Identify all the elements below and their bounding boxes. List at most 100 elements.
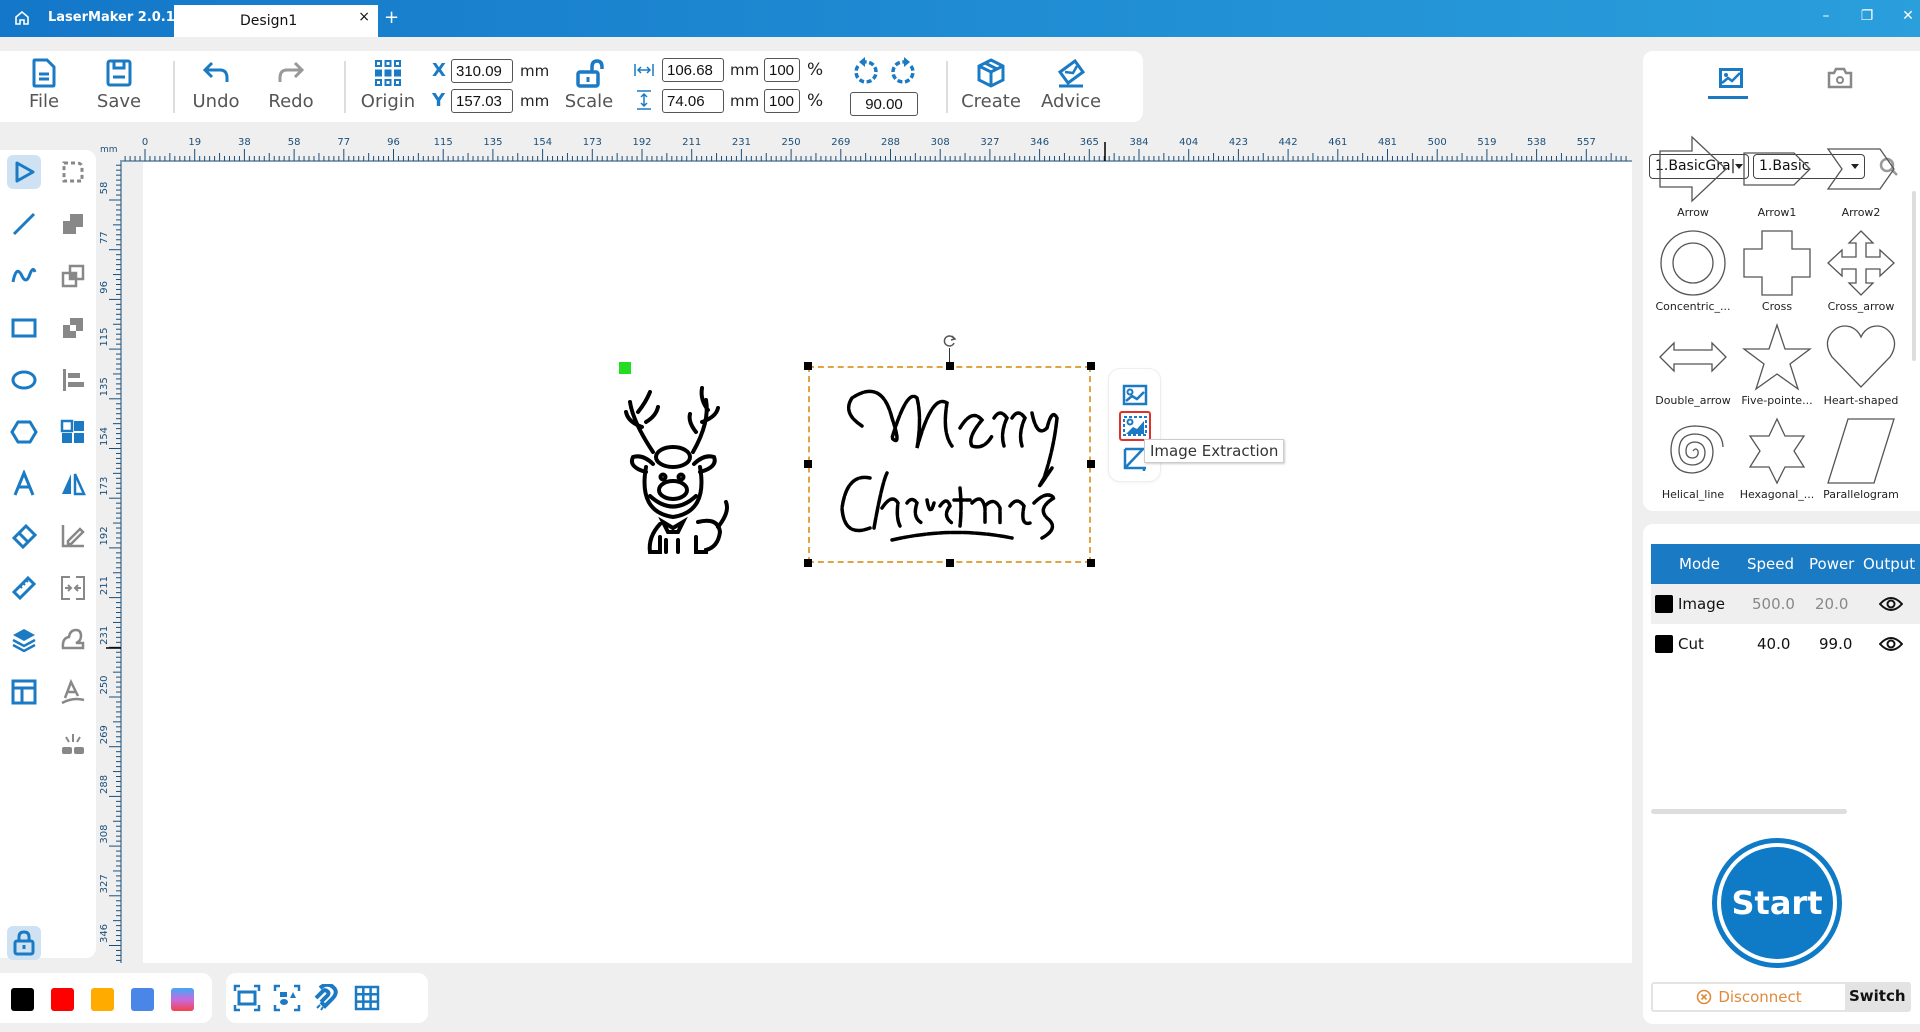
- color-swatch-black[interactable]: [11, 988, 34, 1011]
- merry-christmas-image[interactable]: [822, 378, 1078, 550]
- rotate-right-icon[interactable]: [889, 57, 919, 87]
- tab-close-icon[interactable]: ×: [358, 9, 370, 25]
- concentric-circle-icon: [1660, 230, 1726, 296]
- undo-button[interactable]: Undo: [186, 57, 246, 112]
- switch-button[interactable]: Switch: [1849, 987, 1906, 1005]
- scale-lock-button[interactable]: Scale: [559, 57, 619, 112]
- union-tool[interactable]: [56, 207, 90, 241]
- height-percent-input[interactable]: [764, 89, 800, 113]
- resize-handle-br[interactable]: [1087, 559, 1095, 567]
- tab-design1[interactable]: Design1 ×: [174, 5, 378, 37]
- grid-icon[interactable]: [353, 984, 381, 1012]
- resize-handle-tl[interactable]: [804, 362, 812, 370]
- width-input[interactable]: [662, 58, 724, 82]
- color-swatch-gradient[interactable]: [171, 988, 194, 1011]
- resize-handle-bl[interactable]: [804, 559, 812, 567]
- close-button[interactable]: ✕: [1898, 8, 1918, 24]
- layout-tool[interactable]: [7, 675, 41, 709]
- line-tool[interactable]: [7, 207, 41, 241]
- image-extraction-button[interactable]: [1119, 411, 1151, 441]
- start-button[interactable]: Start: [1712, 838, 1842, 968]
- laser-tool[interactable]: [56, 727, 90, 761]
- text-path-tool[interactable]: [56, 675, 90, 709]
- mirror-tool[interactable]: [56, 467, 90, 501]
- shape-parallelogram[interactable]: Parallelogram: [1819, 417, 1903, 511]
- tab-camera[interactable]: [1810, 57, 1870, 99]
- resize-handle-l[interactable]: [804, 460, 812, 468]
- array-tool[interactable]: [56, 415, 90, 449]
- layer-row-cut[interactable]: Cut 40.0 99.0: [1651, 624, 1920, 664]
- rotate-handle-icon[interactable]: [943, 334, 957, 348]
- subtract-tool[interactable]: [56, 259, 90, 293]
- color-swatch-red[interactable]: [51, 988, 74, 1011]
- shape-hexagonal-star[interactable]: Hexagonal_...: [1735, 417, 1819, 511]
- shape-cross[interactable]: Cross: [1735, 229, 1819, 323]
- shape-five-pointed-star[interactable]: Five-pointe...: [1735, 323, 1819, 417]
- shape-list-scrollbar[interactable]: [1912, 191, 1916, 361]
- shape-arrow[interactable]: Arrow: [1651, 135, 1735, 229]
- fit-tool[interactable]: [56, 571, 90, 605]
- shape-helical-line[interactable]: Helical_line: [1651, 417, 1735, 511]
- shape-cross-arrow[interactable]: Cross_arrow: [1819, 229, 1903, 323]
- x-position-input[interactable]: [451, 59, 513, 83]
- layer-table-scrollbar[interactable]: [1651, 809, 1847, 814]
- align-tool[interactable]: [56, 363, 90, 397]
- resize-handle-t[interactable]: [946, 362, 954, 370]
- shape-arrow2[interactable]: Arrow2: [1819, 135, 1903, 229]
- node-edit-tool[interactable]: [56, 155, 90, 189]
- resize-handle-b[interactable]: [946, 559, 954, 567]
- home-icon[interactable]: [14, 10, 30, 26]
- maximize-button[interactable]: ❐: [1857, 8, 1877, 24]
- select-similar-icon[interactable]: [273, 984, 301, 1012]
- shape-heart[interactable]: Heart-shaped: [1819, 323, 1903, 417]
- rectangle-tool[interactable]: [7, 311, 41, 345]
- eye-icon[interactable]: [1879, 596, 1903, 612]
- eraser-tool[interactable]: [7, 519, 41, 553]
- lock-button[interactable]: [7, 926, 41, 960]
- rotation-input[interactable]: [850, 92, 918, 116]
- ruler-tick-label: 346: [99, 924, 110, 943]
- resize-handle-r[interactable]: [1087, 460, 1095, 468]
- tab-label: Design1: [240, 13, 298, 29]
- layer-color-swatch[interactable]: [1655, 595, 1673, 613]
- weld-tool[interactable]: [56, 623, 90, 657]
- layer-row-image[interactable]: Image 500.0 20.0: [1651, 584, 1920, 624]
- sign-edit-tool[interactable]: [56, 519, 90, 553]
- advice-button[interactable]: Advice: [1041, 57, 1101, 112]
- selection-box[interactable]: [804, 335, 1095, 567]
- select-tool[interactable]: [7, 155, 41, 189]
- text-tool[interactable]: [7, 467, 41, 501]
- save-button[interactable]: Save: [89, 57, 149, 112]
- reindeer-image[interactable]: [618, 372, 738, 557]
- intersect-tool[interactable]: [56, 311, 90, 345]
- resize-handle-tr[interactable]: [1087, 362, 1095, 370]
- eye-icon[interactable]: [1879, 636, 1903, 652]
- y-position-input[interactable]: [451, 89, 513, 113]
- layers-tool[interactable]: [7, 623, 41, 657]
- redo-button[interactable]: Redo: [261, 57, 321, 112]
- magnet-snap-icon[interactable]: [313, 984, 341, 1012]
- shape-concentric[interactable]: Concentric_...: [1651, 229, 1735, 323]
- ruler-tick-label: 404: [1179, 137, 1198, 148]
- rotate-left-icon[interactable]: [850, 57, 880, 87]
- layer-color-swatch[interactable]: [1655, 635, 1673, 653]
- disconnect-button[interactable]: Disconnect: [1653, 984, 1845, 1010]
- frame-select-icon[interactable]: [233, 984, 261, 1012]
- curve-tool[interactable]: [7, 259, 41, 293]
- polygon-tool[interactable]: [7, 415, 41, 449]
- minimize-button[interactable]: –: [1816, 8, 1836, 24]
- measure-tool[interactable]: [7, 571, 41, 605]
- height-input[interactable]: [662, 89, 724, 113]
- ellipse-tool[interactable]: [7, 363, 41, 397]
- image-edit-button[interactable]: [1119, 380, 1151, 410]
- width-percent-input[interactable]: [764, 58, 800, 82]
- create-button[interactable]: Create: [961, 57, 1021, 112]
- color-swatch-orange[interactable]: [91, 988, 114, 1011]
- file-button[interactable]: File: [14, 57, 74, 112]
- shape-double-arrow[interactable]: Double_arrow: [1651, 323, 1735, 417]
- color-swatch-blue[interactable]: [131, 988, 154, 1011]
- tab-shapes[interactable]: [1701, 57, 1761, 99]
- shape-arrow1[interactable]: Arrow1: [1735, 135, 1819, 229]
- origin-button[interactable]: Origin: [358, 57, 418, 112]
- new-tab-button[interactable]: +: [384, 7, 399, 28]
